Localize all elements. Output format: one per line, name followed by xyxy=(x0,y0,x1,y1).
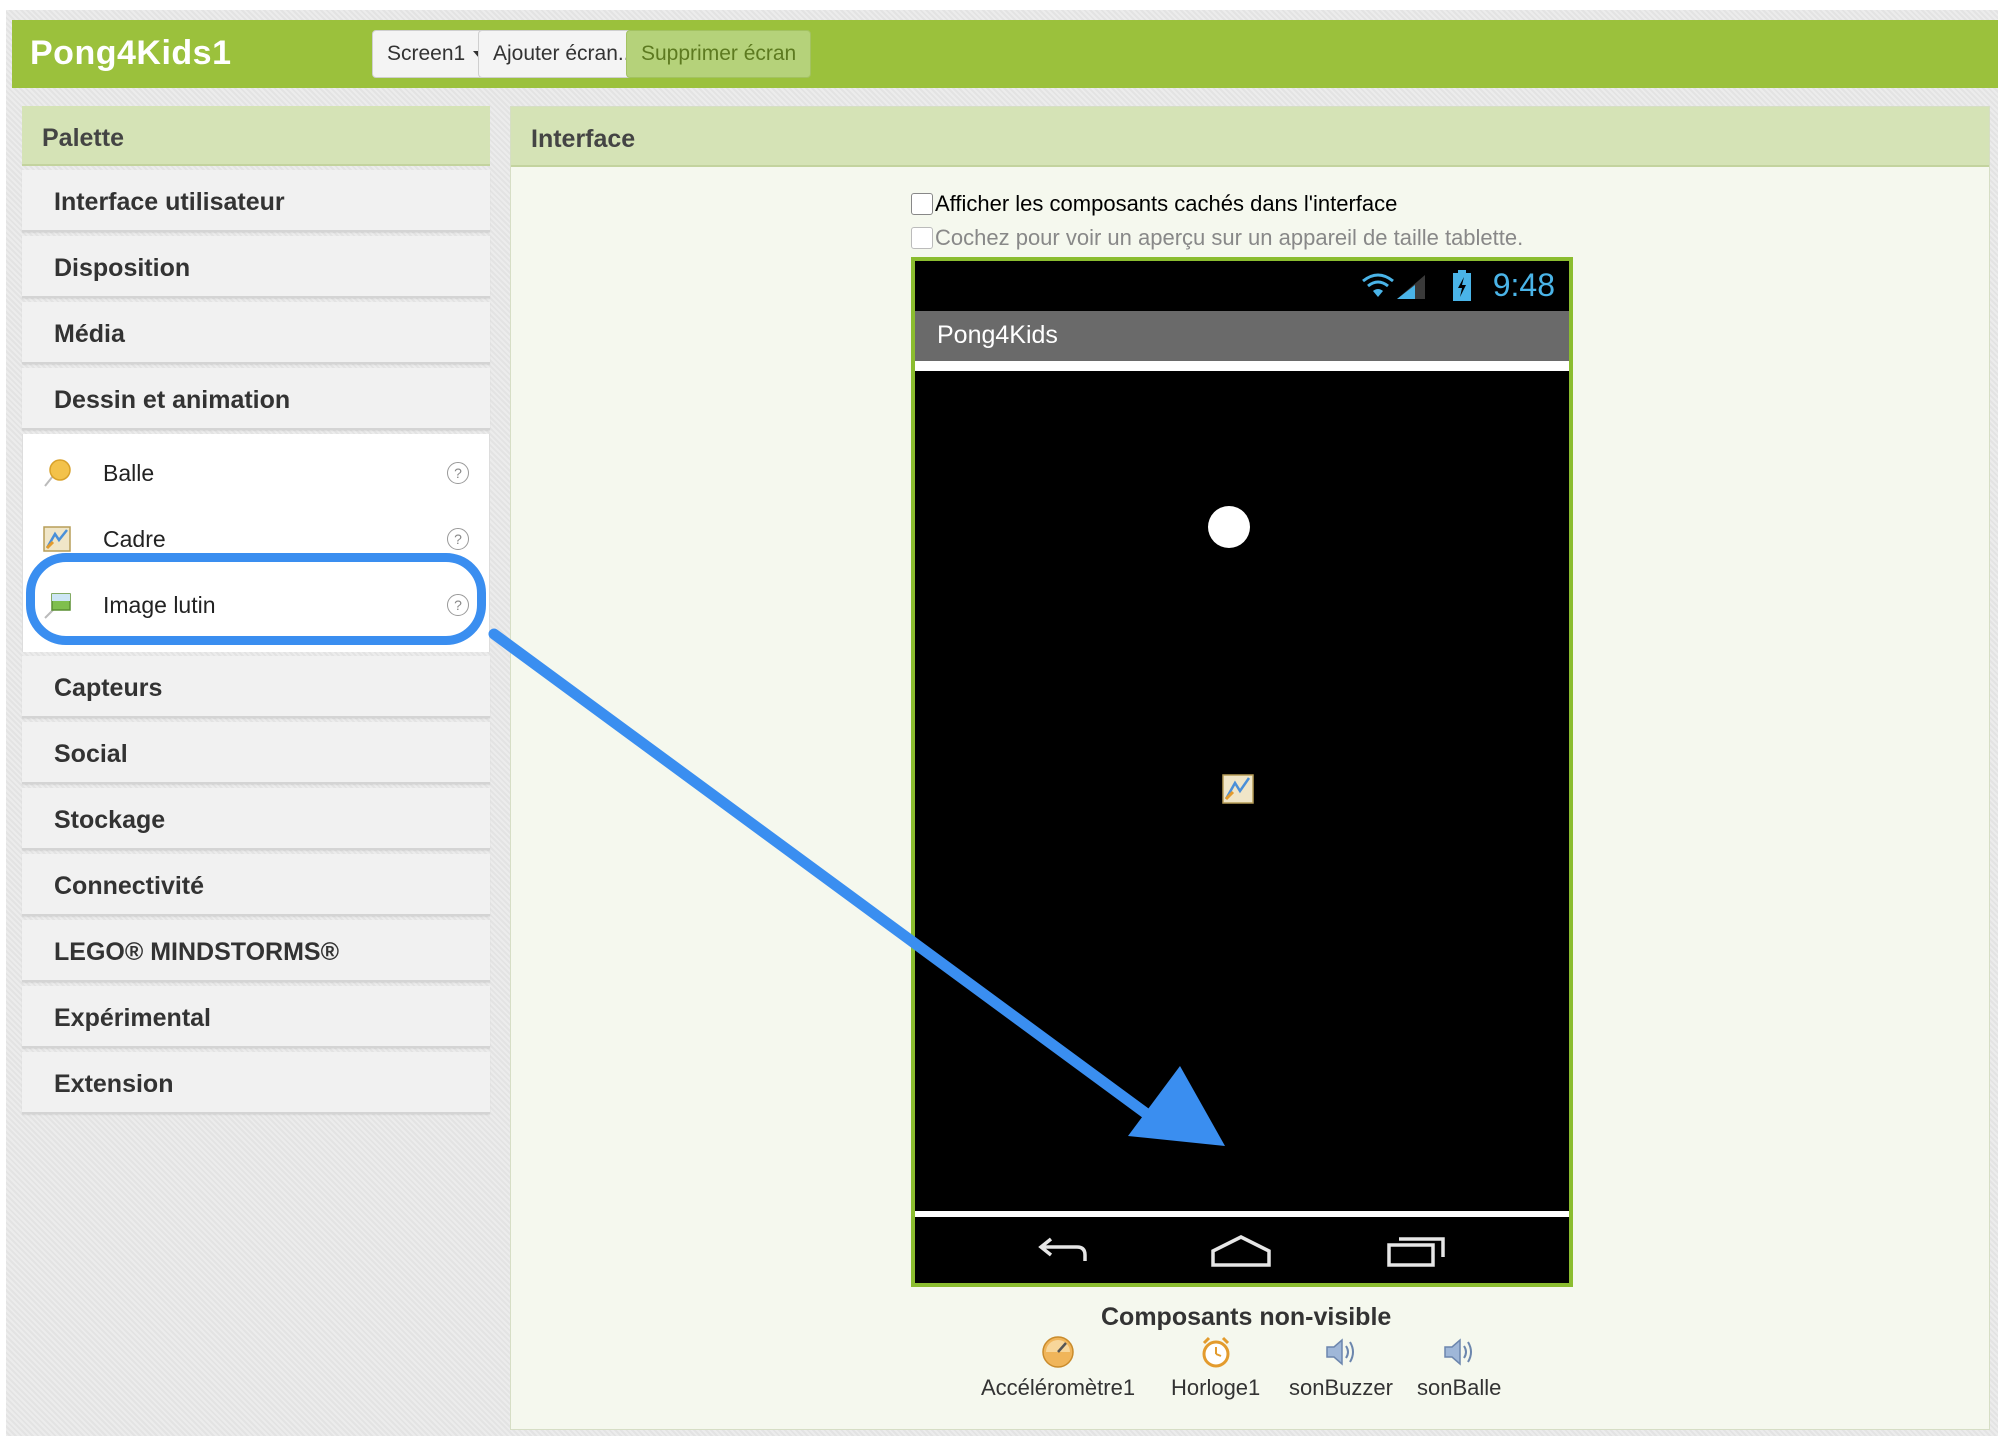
help-icon[interactable]: ? xyxy=(447,462,469,484)
add-screen-button[interactable]: Ajouter écran... xyxy=(478,30,651,78)
top-toolbar: Pong4Kids1 Screen1 Ajouter écran... Supp… xyxy=(12,20,1998,88)
non-visible-buzzer-sound[interactable]: sonBuzzer xyxy=(1289,1335,1393,1401)
phone-preview[interactable]: 9:48 Pong4Kids xyxy=(911,257,1573,1287)
home-icon[interactable] xyxy=(1209,1231,1273,1269)
non-visible-label: Horloge1 xyxy=(1171,1375,1261,1400)
wifi-signal-icon xyxy=(1362,273,1425,299)
help-icon[interactable]: ? xyxy=(447,594,469,616)
category-connectivity[interactable]: Connectivité xyxy=(22,854,490,916)
palette-panel: Palette Interface utilisateur Dispositio… xyxy=(22,106,490,1120)
drawing-animation-components: Balle ? Cadre ? Image lutin ? xyxy=(22,434,490,652)
category-experimental[interactable]: Expérimental xyxy=(22,986,490,1048)
category-media[interactable]: Média xyxy=(22,302,490,364)
back-icon[interactable] xyxy=(1033,1233,1093,1269)
category-user-interface[interactable]: Interface utilisateur xyxy=(22,170,490,232)
image-sprite-icon xyxy=(44,593,71,619)
tablet-preview-label: Cochez pour voir un aperçu sur un appare… xyxy=(935,225,1524,250)
show-hidden-row[interactable]: Afficher les composants cachés dans l'in… xyxy=(911,191,1397,217)
non-visible-label: Accéléromètre1 xyxy=(981,1375,1136,1400)
non-visible-label: sonBuzzer xyxy=(1289,1375,1393,1400)
status-time: 9:48 xyxy=(1492,267,1555,303)
show-hidden-label: Afficher les composants cachés dans l'in… xyxy=(935,191,1398,216)
palette-title: Palette xyxy=(22,106,490,166)
component-canvas[interactable]: Cadre ? xyxy=(23,506,489,572)
non-visible-label: sonBalle xyxy=(1417,1375,1502,1400)
component-image-sprite[interactable]: Image lutin ? xyxy=(23,572,489,638)
remove-screen-button[interactable]: Supprimer écran xyxy=(626,30,812,78)
component-label: Cadre xyxy=(103,525,166,552)
non-visible-title: Composants non-visible xyxy=(1101,1303,1392,1331)
interface-title: Interface xyxy=(511,107,1989,167)
category-sensors[interactable]: Capteurs xyxy=(22,656,490,718)
component-ball[interactable]: Balle ? xyxy=(23,440,489,506)
image-sprite[interactable] xyxy=(1222,774,1254,804)
category-layout[interactable]: Disposition xyxy=(22,236,490,298)
interface-panel: Interface Afficher les composants cachés… xyxy=(510,106,1990,1430)
ball-sprite[interactable] xyxy=(1208,506,1250,548)
accelerometer-icon xyxy=(1042,1336,1074,1368)
component-label: Image lutin xyxy=(103,591,216,618)
game-canvas[interactable] xyxy=(915,371,1569,1211)
canvas-top-edge xyxy=(915,361,1569,371)
category-storage[interactable]: Stockage xyxy=(22,788,490,850)
canvas-icon xyxy=(43,526,71,552)
project-title: Pong4Kids1 xyxy=(30,34,232,72)
category-extension[interactable]: Extension xyxy=(22,1052,490,1114)
non-visible-clock[interactable]: Horloge1 xyxy=(1171,1335,1260,1401)
clock-icon xyxy=(1202,1336,1230,1368)
category-drawing-animation[interactable]: Dessin et animation xyxy=(22,368,490,430)
ball-icon xyxy=(44,459,71,487)
component-label: Balle xyxy=(103,459,155,486)
speaker-icon xyxy=(1326,1338,1354,1366)
non-visible-accelerometer[interactable]: Accéléromètre1 xyxy=(981,1335,1135,1401)
tablet-preview-checkbox[interactable] xyxy=(911,227,933,249)
phone-status-bar: 9:48 xyxy=(915,261,1569,311)
recent-apps-icon[interactable] xyxy=(1385,1231,1449,1269)
category-social[interactable]: Social xyxy=(22,722,490,784)
phone-nav-bar xyxy=(915,1217,1569,1283)
phone-app-title: Pong4Kids xyxy=(937,321,1058,349)
screen-select-label: Screen1 xyxy=(387,42,466,65)
phone-app-bar: Pong4Kids xyxy=(915,311,1569,361)
speaker-icon xyxy=(1444,1338,1473,1366)
tablet-preview-row[interactable]: Cochez pour voir un aperçu sur un appare… xyxy=(911,225,1523,251)
category-lego-mindstorms[interactable]: LEGO® MINDSTORMS® xyxy=(22,920,490,982)
show-hidden-checkbox[interactable] xyxy=(911,193,933,215)
help-icon[interactable]: ? xyxy=(447,528,469,550)
battery-icon xyxy=(1453,270,1471,301)
non-visible-ball-sound[interactable]: sonBalle xyxy=(1417,1335,1501,1401)
